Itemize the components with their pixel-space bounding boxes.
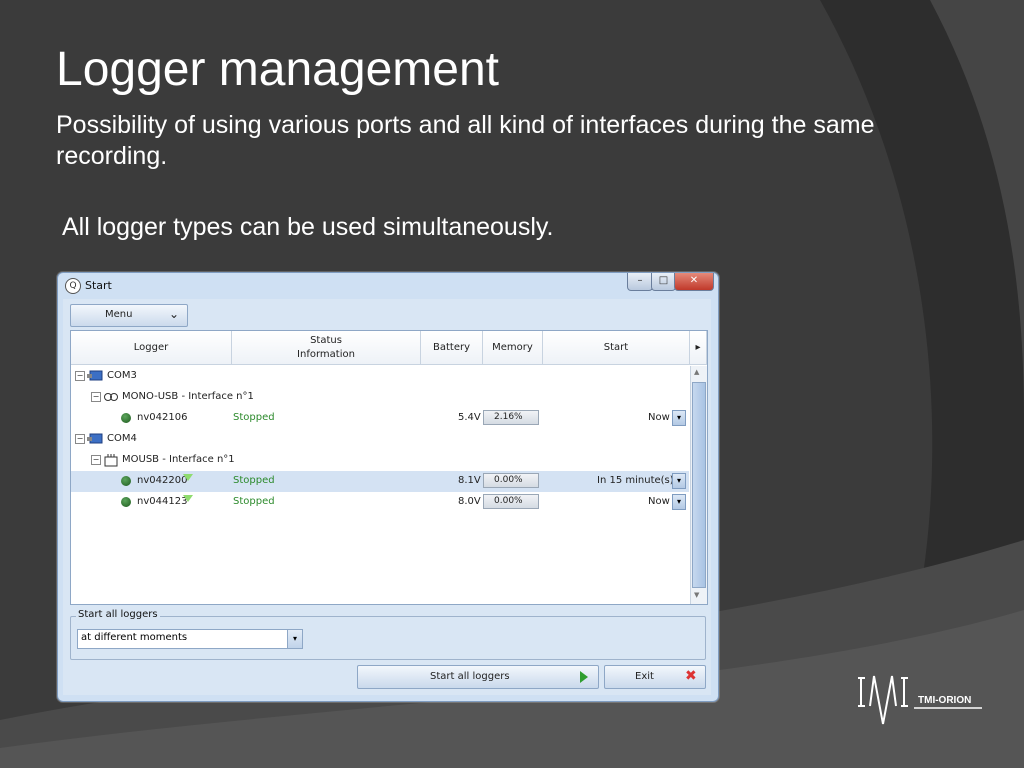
window-body: Menu ⌄ Logger Status Information Battery…	[63, 299, 711, 695]
usb-interface-icon	[104, 454, 118, 467]
column-header-status-line2: Information	[297, 348, 355, 360]
start-mode-dropdown[interactable]: ▾	[672, 494, 686, 510]
interface-label: MONO-USB - Interface n°1	[122, 391, 254, 402]
column-header-start-label: Start	[603, 341, 629, 353]
minimize-icon: –	[637, 275, 643, 286]
column-header-logger[interactable]: Logger	[71, 331, 232, 365]
minimize-button[interactable]: –	[627, 273, 653, 291]
column-header-memory-label: Memory	[492, 341, 533, 353]
vertical-scrollbar[interactable]: ▲ ▼	[690, 366, 707, 604]
exit-button[interactable]: Exit ✖	[604, 665, 706, 689]
memory-usage-bar: 0.00%	[483, 494, 539, 509]
signal-icon	[183, 495, 193, 502]
logger-status: Stopped	[233, 475, 275, 486]
memory-usage-text: 2.16%	[494, 412, 523, 422]
logger-row-selected[interactable]: nv042200 Stopped 8.1V 0.00% In 15 minute…	[71, 471, 689, 492]
logger-id: nv042200	[137, 475, 188, 486]
memory-usage-text: 0.00%	[494, 496, 523, 506]
exit-label: Exit	[635, 671, 654, 682]
port-icon	[87, 433, 103, 444]
column-header-status-line1: Status	[310, 334, 342, 346]
tree-row-interface[interactable]: − MONO-USB - Interface n°1	[71, 387, 689, 408]
slide-title: Logger management	[56, 43, 499, 96]
signal-icon	[183, 474, 193, 481]
memory-usage-bar: 2.16%	[483, 410, 539, 425]
port-icon	[87, 370, 103, 381]
memory-usage-text: 0.00%	[494, 475, 523, 485]
start-all-group: Start all loggers at different moments ▾	[70, 609, 706, 660]
collapse-icon[interactable]: −	[91, 392, 101, 402]
tree-row-port[interactable]: − COM3	[71, 366, 689, 387]
start-mode-value: Now	[648, 412, 670, 423]
close-button[interactable]: ✕	[674, 273, 714, 291]
logger-status: Stopped	[233, 412, 275, 423]
maximize-button[interactable]: □	[651, 273, 676, 291]
scroll-up-icon[interactable]: ▲	[694, 368, 699, 376]
window-title: Start	[85, 279, 112, 292]
start-mode-dropdown[interactable]: ▾	[672, 473, 686, 489]
interface-cable-icon	[104, 393, 118, 401]
start-mode-value: Now	[648, 496, 670, 507]
logger-row[interactable]: nv044123 Stopped 8.0V 0.00% Now ▾	[71, 492, 689, 513]
column-header-battery-label: Battery	[432, 341, 470, 353]
port-label: COM3	[107, 370, 137, 381]
logger-status-led-icon	[121, 497, 131, 507]
scrollbar-thumb[interactable]	[692, 382, 706, 588]
tmi-orion-logo: TMI-ORION	[858, 675, 982, 725]
exit-x-icon: ✖	[685, 668, 697, 684]
tree-row-port[interactable]: − COM4	[71, 429, 689, 450]
logger-id: nv044123	[137, 496, 188, 507]
maximize-icon: □	[658, 275, 669, 286]
collapse-icon[interactable]: −	[75, 371, 85, 381]
start-window: Q Start – □ ✕ Menu ⌄ Logger Status Infor…	[57, 272, 719, 702]
start-mode-value: In 15 minute(s)	[597, 475, 674, 486]
close-icon: ✕	[689, 275, 699, 286]
menu-button[interactable]: Menu ⌄	[70, 304, 188, 327]
collapse-icon[interactable]: −	[75, 434, 85, 444]
logger-battery: 5.4V	[458, 412, 481, 423]
logger-status-led-icon	[121, 413, 131, 423]
start-all-mode-value: at different moments	[81, 632, 188, 643]
interface-label: MOUSB - Interface n°1	[122, 454, 235, 465]
play-icon	[580, 671, 588, 683]
memory-usage-bar: 0.00%	[483, 473, 539, 488]
chevron-down-icon: ▾	[287, 630, 302, 648]
column-scroll-right-button[interactable]: ▸	[690, 331, 707, 365]
port-label: COM4	[107, 433, 137, 444]
column-header-battery[interactable]: Battery	[421, 331, 483, 365]
logger-id: nv042106	[137, 412, 188, 423]
scroll-down-icon[interactable]: ▼	[694, 591, 699, 599]
start-all-legend: Start all loggers	[76, 609, 160, 620]
column-header-start[interactable]: Start	[543, 331, 690, 365]
chevron-right-icon: ▸	[695, 341, 701, 353]
column-header-status[interactable]: Status Information	[232, 331, 421, 365]
column-header-logger-label: Logger	[133, 341, 169, 353]
slide-paragraph-ports: Possibility of using various ports and a…	[56, 111, 875, 170]
logo-text: TMI-ORION	[918, 695, 971, 706]
start-all-loggers-button[interactable]: Start all loggers	[357, 665, 599, 689]
menu-label: Menu	[105, 309, 133, 320]
app-icon: Q	[65, 278, 81, 294]
tree-row-interface[interactable]: − MOUSB - Interface n°1	[71, 450, 689, 471]
logger-row[interactable]: nv042106 Stopped 5.4V 2.16% Now ▾	[71, 408, 689, 429]
logger-grid: Logger Status Information Battery Memory…	[70, 330, 708, 605]
start-all-mode-select[interactable]: at different moments ▾	[77, 629, 303, 649]
logger-battery: 8.0V	[458, 496, 481, 507]
logger-status: Stopped	[233, 496, 275, 507]
start-all-loggers-label: Start all loggers	[430, 671, 510, 682]
window-titlebar[interactable]: Q Start – □ ✕	[58, 273, 718, 299]
start-mode-dropdown[interactable]: ▾	[672, 410, 686, 426]
slide-paragraph-logger-types: All logger types can be used simultaneou…	[62, 213, 554, 241]
logger-battery: 8.1V	[458, 475, 481, 486]
collapse-icon[interactable]: −	[91, 455, 101, 465]
logger-status-led-icon	[121, 476, 131, 486]
column-header-memory[interactable]: Memory	[483, 331, 543, 365]
chevron-down-icon: ⌄	[169, 307, 180, 321]
